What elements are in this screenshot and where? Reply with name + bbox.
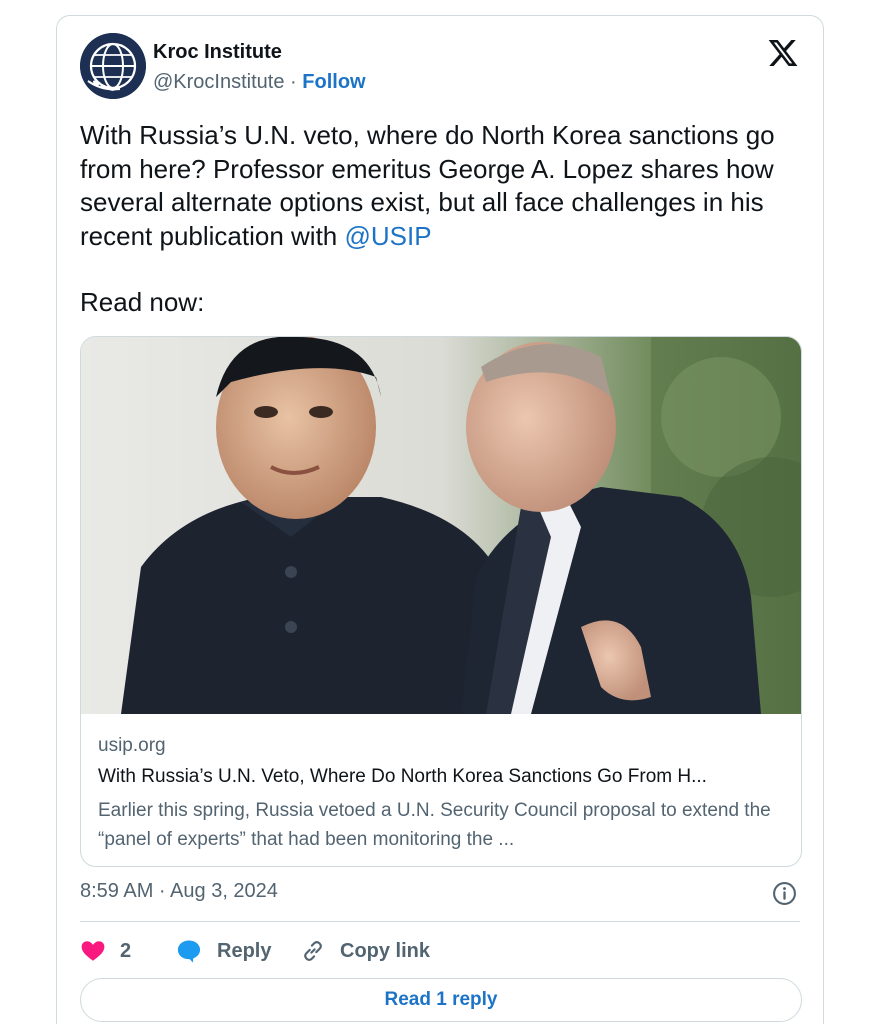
kroc-avatar[interactable] [80, 33, 146, 99]
globe-logo-icon [80, 33, 146, 99]
read-replies-button[interactable]: Read 1 reply [80, 978, 802, 1022]
link-domain: usip.org [98, 735, 166, 756]
like-button[interactable]: 2 [80, 934, 131, 968]
follow-button[interactable]: Follow [302, 71, 365, 93]
link-description: Earlier this spring, Russia vetoed a U.N… [98, 800, 771, 850]
article-photo [81, 337, 801, 714]
tweet-read-now: Read now: [80, 287, 205, 317]
tweet-text: With Russia’s U.N. veto, where do North … [80, 119, 810, 253]
handle-separator: · [290, 71, 297, 93]
author-handle-line: @KrocInstitute · Follow [153, 71, 366, 94]
copy-link-label: Copy link [340, 939, 431, 962]
copy-link-button[interactable]: Copy link [300, 934, 430, 968]
heart-icon [81, 941, 105, 961]
link-preview-card[interactable]: usip.org With Russia’s U.N. Veto, Where … [80, 336, 802, 867]
reply-button[interactable]: Reply [175, 934, 271, 968]
reply-label: Reply [217, 939, 272, 962]
info-icon[interactable] [772, 881, 797, 906]
link-icon [304, 940, 322, 962]
link-title: With Russia’s U.N. Veto, Where Do North … [98, 766, 707, 787]
divider [80, 921, 800, 922]
like-count: 2 [120, 939, 132, 962]
reply-bubble-icon [177, 940, 201, 963]
mention-link-usip[interactable]: @USIP [344, 221, 431, 251]
x-logo-icon[interactable] [767, 37, 799, 69]
tweet-actions: 2 Reply Copy link [80, 934, 800, 968]
author-handle[interactable]: @KrocInstitute [153, 71, 284, 93]
tweet-timestamp[interactable]: 8:59 AM · Aug 3, 2024 [80, 880, 278, 903]
author-name[interactable]: Kroc Institute [153, 41, 282, 64]
embedded-tweet-card: Kroc Institute @KrocInstitute · Follow W… [56, 15, 824, 1024]
